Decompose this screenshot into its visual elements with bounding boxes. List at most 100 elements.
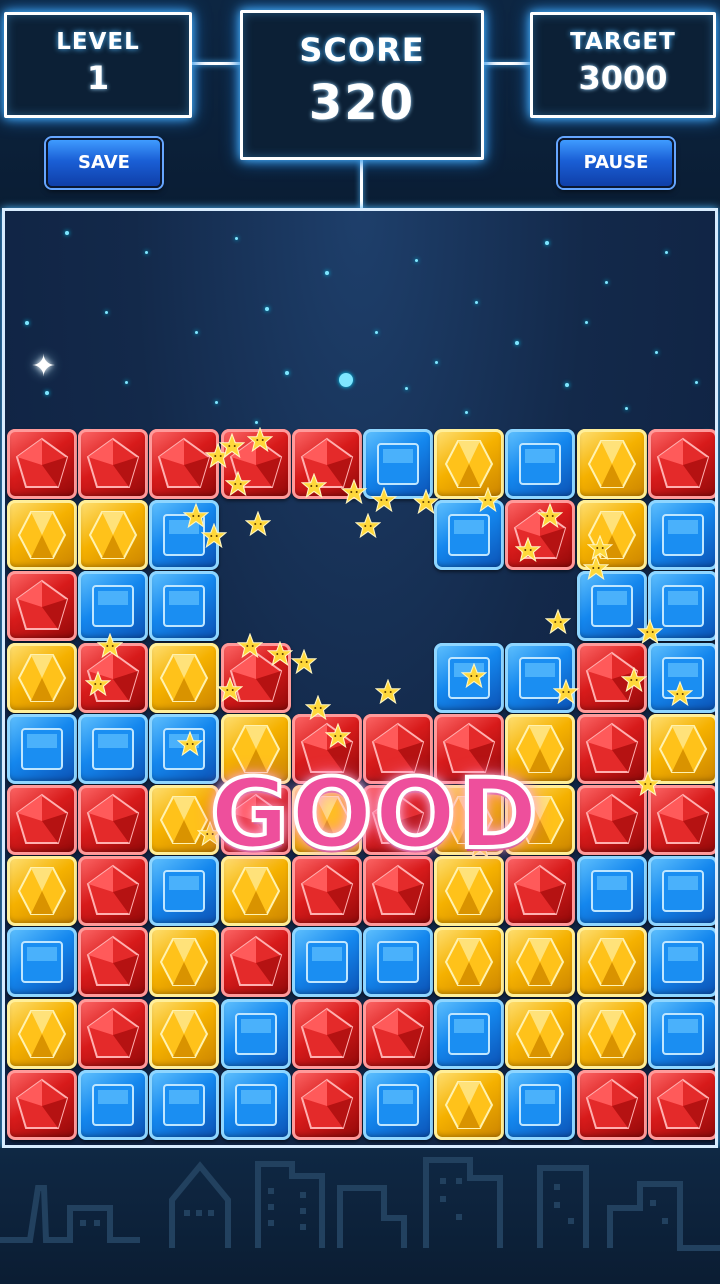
level-value: 1 bbox=[86, 59, 110, 97]
blue-gem[interactable] bbox=[220, 1069, 291, 1140]
level-panel: LEVEL 1 bbox=[4, 12, 192, 118]
red-gem[interactable] bbox=[291, 998, 362, 1069]
star-icon bbox=[621, 667, 647, 693]
blue-gem[interactable] bbox=[363, 1069, 433, 1140]
star-icon bbox=[247, 427, 273, 453]
red-gem[interactable] bbox=[7, 571, 77, 642]
star-icon bbox=[177, 731, 203, 757]
star-dot bbox=[235, 237, 238, 240]
blue-gem[interactable] bbox=[220, 998, 291, 1069]
star-icon bbox=[371, 487, 397, 513]
hud-connector-right bbox=[484, 62, 530, 65]
blue-gem[interactable] bbox=[78, 1069, 149, 1140]
star-dot bbox=[145, 251, 148, 254]
save-button[interactable]: SAVE bbox=[46, 138, 162, 188]
star-dot bbox=[565, 383, 569, 387]
red-gem[interactable] bbox=[647, 1069, 715, 1140]
blue-gem[interactable] bbox=[149, 571, 220, 642]
star-icon bbox=[85, 671, 111, 697]
red-gem[interactable] bbox=[78, 927, 149, 998]
red-gem[interactable] bbox=[78, 429, 149, 499]
star-icon bbox=[637, 619, 663, 645]
yellow-gem[interactable] bbox=[576, 998, 647, 1069]
blue-gem[interactable] bbox=[7, 713, 77, 784]
blue-gem[interactable] bbox=[647, 998, 715, 1069]
star-dot bbox=[45, 391, 49, 395]
star-dot bbox=[325, 271, 329, 275]
star-dot bbox=[475, 301, 478, 304]
red-gem[interactable] bbox=[7, 1069, 77, 1140]
yellow-gem[interactable] bbox=[505, 998, 576, 1069]
star-dot bbox=[655, 351, 658, 354]
target-panel: TARGET 3000 bbox=[530, 12, 716, 118]
yellow-gem[interactable] bbox=[7, 998, 77, 1069]
target-value: 3000 bbox=[578, 59, 668, 97]
star-icon bbox=[305, 695, 331, 721]
blue-gem[interactable] bbox=[149, 1069, 220, 1140]
star-icon bbox=[375, 679, 401, 705]
blue-gem[interactable] bbox=[363, 927, 433, 998]
blue-gem[interactable] bbox=[576, 856, 647, 927]
red-gem[interactable] bbox=[78, 785, 149, 855]
blue-gem[interactable] bbox=[647, 856, 715, 927]
red-gem[interactable] bbox=[647, 429, 715, 499]
star-dot bbox=[465, 411, 468, 414]
city-footer bbox=[0, 1148, 720, 1280]
blue-gem[interactable] bbox=[78, 571, 149, 642]
yellow-gem[interactable] bbox=[149, 927, 220, 998]
score-panel: SCORE 320 bbox=[240, 10, 484, 160]
red-gem[interactable] bbox=[291, 1069, 362, 1140]
star-icon bbox=[291, 649, 317, 675]
yellow-gem[interactable] bbox=[434, 1069, 505, 1140]
red-gem[interactable] bbox=[7, 429, 77, 499]
score-value: 320 bbox=[308, 75, 416, 131]
star-dot bbox=[125, 381, 128, 384]
target-label: TARGET bbox=[570, 29, 676, 55]
blue-gem[interactable] bbox=[505, 1069, 576, 1140]
star-dot bbox=[195, 331, 198, 334]
star-dot bbox=[25, 321, 29, 325]
star-icon bbox=[325, 723, 351, 749]
blue-gem[interactable] bbox=[7, 927, 77, 998]
star-dot bbox=[405, 387, 408, 390]
red-gem[interactable] bbox=[576, 1069, 647, 1140]
blue-gem[interactable] bbox=[647, 927, 715, 998]
yellow-gem[interactable] bbox=[434, 927, 505, 998]
blue-gem[interactable] bbox=[434, 998, 505, 1069]
good-banner: GOOD bbox=[208, 757, 540, 871]
star-icon bbox=[225, 471, 251, 497]
star-dot bbox=[665, 251, 668, 254]
star-dot bbox=[375, 331, 378, 334]
star-dot bbox=[255, 421, 258, 424]
red-gem[interactable] bbox=[363, 998, 433, 1069]
yellow-gem[interactable] bbox=[576, 429, 647, 499]
score-label: SCORE bbox=[299, 31, 425, 69]
red-gem[interactable] bbox=[7, 785, 77, 855]
star-icon bbox=[537, 503, 563, 529]
yellow-gem[interactable] bbox=[7, 500, 77, 571]
blue-gem[interactable] bbox=[647, 500, 715, 571]
yellow-gem[interactable] bbox=[7, 642, 77, 713]
pause-button[interactable]: PAUSE bbox=[558, 138, 674, 188]
star-icon bbox=[301, 473, 327, 499]
star-icon bbox=[341, 479, 367, 505]
yellow-gem[interactable] bbox=[149, 998, 220, 1069]
yellow-gem[interactable] bbox=[149, 642, 220, 713]
red-gem[interactable] bbox=[78, 856, 149, 927]
star-icon bbox=[553, 679, 579, 705]
hud-header: LEVEL 1 SCORE 320 TARGET 3000 SAVE PAUSE bbox=[0, 0, 720, 208]
star-icon bbox=[583, 555, 609, 581]
red-gem[interactable] bbox=[78, 998, 149, 1069]
blue-gem[interactable] bbox=[291, 927, 362, 998]
blue-gem[interactable] bbox=[78, 713, 149, 784]
game-board: ✦ GOOD bbox=[2, 208, 718, 1148]
blue-gem[interactable] bbox=[505, 429, 576, 499]
red-gem[interactable] bbox=[220, 927, 291, 998]
yellow-gem[interactable] bbox=[505, 927, 576, 998]
star-icon bbox=[413, 489, 439, 515]
yellow-gem[interactable] bbox=[576, 927, 647, 998]
star-dot bbox=[585, 321, 588, 324]
yellow-gem[interactable] bbox=[7, 856, 77, 927]
hud-connector-down bbox=[360, 160, 363, 208]
yellow-gem[interactable] bbox=[78, 500, 149, 571]
